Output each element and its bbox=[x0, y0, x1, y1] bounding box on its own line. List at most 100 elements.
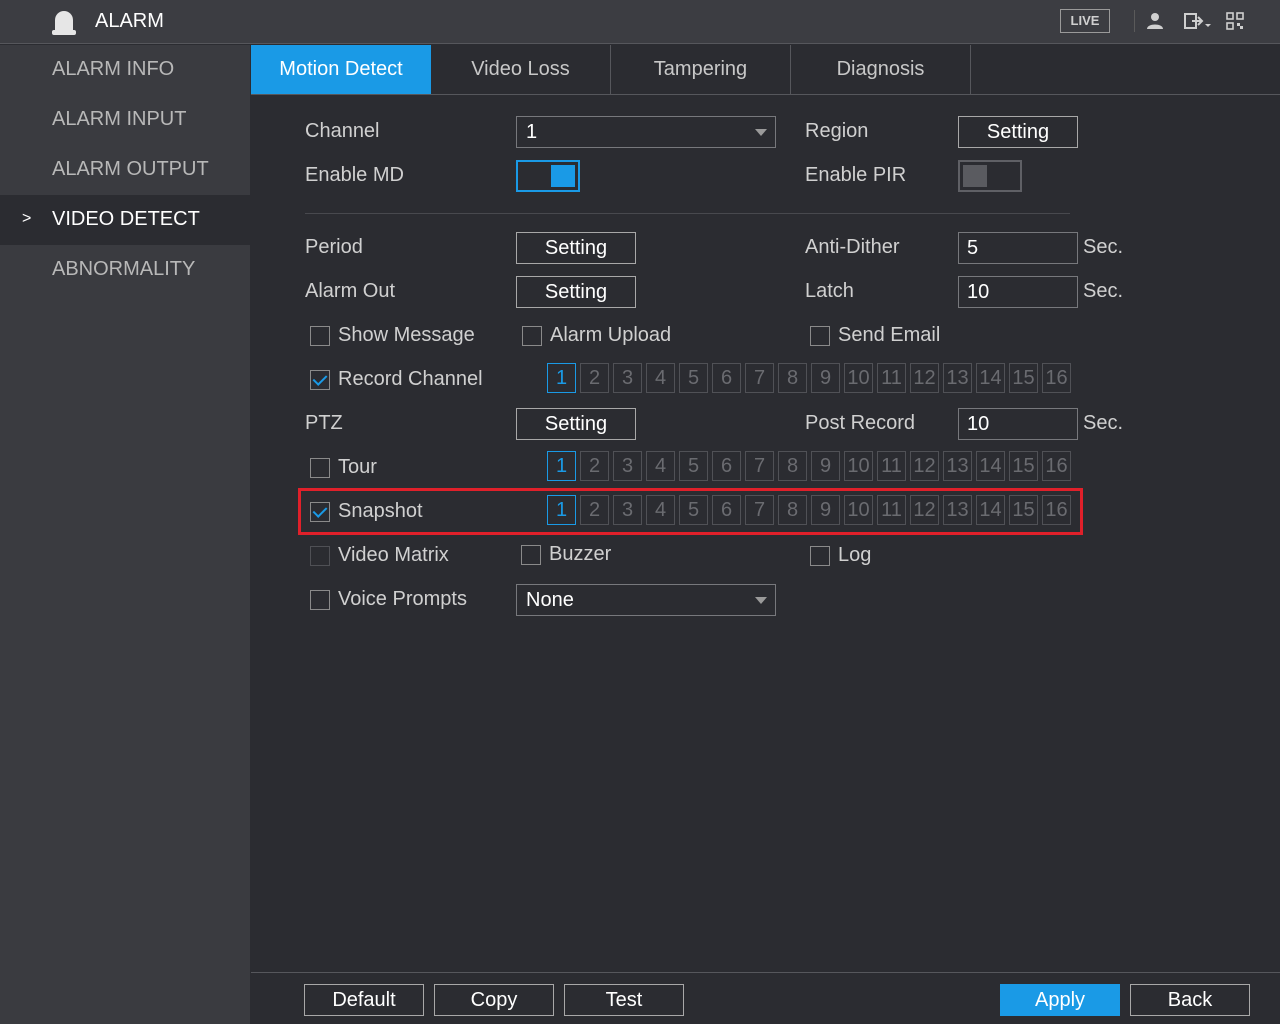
send-email-checkbox[interactable] bbox=[810, 326, 830, 346]
period-label: Period bbox=[305, 236, 363, 258]
channel-14-button[interactable]: 14 bbox=[976, 451, 1005, 481]
channel-label: Channel bbox=[305, 120, 380, 142]
voice-prompts-label: Voice Prompts bbox=[338, 588, 467, 610]
channel-7-button[interactable]: 7 bbox=[745, 451, 774, 481]
channel-8-button[interactable]: 8 bbox=[778, 363, 807, 393]
channel-2-button[interactable]: 2 bbox=[580, 363, 609, 393]
tab-video-loss[interactable]: Video Loss bbox=[431, 45, 611, 94]
region-setting-button[interactable]: Setting bbox=[958, 116, 1078, 148]
footer-bar: Default Copy Test Apply Back bbox=[251, 972, 1280, 1024]
channel-11-button[interactable]: 11 bbox=[877, 363, 906, 393]
channel-14-button[interactable]: 14 bbox=[976, 363, 1005, 393]
channel-7-button[interactable]: 7 bbox=[745, 363, 774, 393]
enable-md-toggle[interactable] bbox=[516, 160, 580, 192]
channel-9-button[interactable]: 9 bbox=[811, 363, 840, 393]
alarm-bell-icon bbox=[52, 11, 76, 35]
test-button[interactable]: Test bbox=[564, 984, 684, 1016]
show-message-checkbox[interactable] bbox=[310, 326, 330, 346]
tour-channel-selector: 1 2 3 4 5 6 7 8 9 10 11 12 13 14 15 16 bbox=[547, 451, 1077, 481]
default-button[interactable]: Default bbox=[304, 984, 424, 1016]
channel-13-button[interactable]: 13 bbox=[943, 363, 972, 393]
video-matrix-label: Video Matrix bbox=[338, 544, 449, 566]
voice-prompts-checkbox[interactable] bbox=[310, 590, 330, 610]
channel-11-button[interactable]: 11 bbox=[877, 451, 906, 481]
channel-8-button[interactable]: 8 bbox=[778, 451, 807, 481]
buzzer-label: Buzzer bbox=[549, 543, 612, 565]
anti-dither-label: Anti-Dither bbox=[805, 236, 900, 258]
record-channel-checkbox[interactable] bbox=[310, 370, 330, 390]
channel-6-button[interactable]: 6 bbox=[712, 451, 741, 481]
channel-5-button[interactable]: 5 bbox=[679, 451, 708, 481]
sidebar-item-label: ALARM INPUT bbox=[52, 108, 187, 130]
channel-15-button[interactable]: 15 bbox=[1009, 451, 1038, 481]
latch-unit: Sec. bbox=[1083, 280, 1124, 302]
live-button[interactable]: LIVE bbox=[1060, 9, 1110, 33]
channel-5-button[interactable]: 5 bbox=[679, 363, 708, 393]
channel-3-button[interactable]: 3 bbox=[613, 363, 642, 393]
latch-input[interactable]: 10 bbox=[958, 276, 1078, 308]
back-button[interactable]: Back bbox=[1130, 984, 1250, 1016]
buzzer-checkbox[interactable] bbox=[521, 545, 541, 565]
voice-prompts-select[interactable]: None bbox=[516, 584, 776, 616]
log-checkbox[interactable] bbox=[810, 546, 830, 566]
channel-4-button[interactable]: 4 bbox=[646, 363, 675, 393]
sidebar-item-alarm-output[interactable]: ALARM OUTPUT bbox=[0, 145, 250, 195]
user-icon[interactable] bbox=[1146, 12, 1164, 30]
snapshot-highlight-box bbox=[298, 488, 1083, 535]
channel-9-button[interactable]: 9 bbox=[811, 451, 840, 481]
alarm-out-setting-button[interactable]: Setting bbox=[516, 276, 636, 308]
ptz-label: PTZ bbox=[305, 412, 343, 434]
channel-12-button[interactable]: 12 bbox=[910, 363, 939, 393]
sidebar-item-alarm-input[interactable]: ALARM INPUT bbox=[0, 95, 250, 145]
tab-motion-detect[interactable]: Motion Detect bbox=[251, 45, 431, 94]
latch-label: Latch bbox=[805, 280, 854, 302]
anti-dither-unit: Sec. bbox=[1083, 236, 1124, 258]
channel-10-button[interactable]: 10 bbox=[844, 363, 873, 393]
channel-15-button[interactable]: 15 bbox=[1009, 363, 1038, 393]
post-record-label: Post Record bbox=[805, 412, 916, 434]
channel-12-button[interactable]: 12 bbox=[910, 451, 939, 481]
channel-4-button[interactable]: 4 bbox=[646, 451, 675, 481]
channel-1-button[interactable]: 1 bbox=[547, 451, 576, 481]
channel-16-button[interactable]: 16 bbox=[1042, 451, 1071, 481]
period-setting-button[interactable]: Setting bbox=[516, 232, 636, 264]
header-bar: ALARM LIVE bbox=[0, 0, 1280, 44]
anti-dither-input[interactable]: 5 bbox=[958, 232, 1078, 264]
channel-3-button[interactable]: 3 bbox=[613, 451, 642, 481]
send-email-label: Send Email bbox=[838, 324, 941, 346]
channel-1-button[interactable]: 1 bbox=[547, 363, 576, 393]
channel-13-button[interactable]: 13 bbox=[943, 451, 972, 481]
sidebar-item-label: ALARM INFO bbox=[52, 58, 175, 80]
enable-pir-toggle[interactable] bbox=[958, 160, 1022, 192]
sidebar-item-label: ABNORMALITY bbox=[52, 258, 196, 280]
sidebar-item-label: VIDEO DETECT bbox=[52, 208, 200, 230]
video-matrix-checkbox[interactable] bbox=[310, 546, 330, 566]
channel-select[interactable]: 1 bbox=[516, 116, 776, 148]
alarm-upload-checkbox[interactable] bbox=[522, 326, 542, 346]
copy-button[interactable]: Copy bbox=[434, 984, 554, 1016]
record-channel-selector: 1 2 3 4 5 6 7 8 9 10 11 12 13 14 15 16 bbox=[547, 363, 1077, 393]
tab-diagnosis[interactable]: Diagnosis bbox=[791, 45, 971, 94]
tour-label: Tour bbox=[338, 456, 377, 478]
apply-button[interactable]: Apply bbox=[1000, 984, 1120, 1016]
tab-tampering[interactable]: Tampering bbox=[611, 45, 791, 94]
alarm-out-label: Alarm Out bbox=[305, 280, 396, 302]
channel-10-button[interactable]: 10 bbox=[844, 451, 873, 481]
channel-6-button[interactable]: 6 bbox=[712, 363, 741, 393]
toggle-knob bbox=[963, 165, 987, 187]
ptz-setting-button[interactable]: Setting bbox=[516, 408, 636, 440]
channel-2-button[interactable]: 2 bbox=[580, 451, 609, 481]
sidebar: ALARM INFO ALARM INPUT ALARM OUTPUT > VI… bbox=[0, 45, 250, 1024]
qr-code-icon[interactable] bbox=[1226, 12, 1244, 30]
log-label: Log bbox=[838, 544, 872, 566]
sidebar-item-alarm-info[interactable]: ALARM INFO bbox=[0, 45, 250, 95]
tour-checkbox[interactable] bbox=[310, 458, 330, 478]
post-record-input[interactable]: 10 bbox=[958, 408, 1078, 440]
sidebar-item-abnormality[interactable]: ABNORMALITY bbox=[0, 245, 250, 295]
sidebar-item-video-detect[interactable]: > VIDEO DETECT bbox=[0, 195, 250, 245]
logout-icon[interactable] bbox=[1184, 12, 1214, 30]
section-divider bbox=[305, 213, 1070, 214]
chevron-right-icon: > bbox=[22, 210, 32, 227]
dropdown-caret-icon bbox=[755, 597, 767, 604]
channel-16-button[interactable]: 16 bbox=[1042, 363, 1071, 393]
